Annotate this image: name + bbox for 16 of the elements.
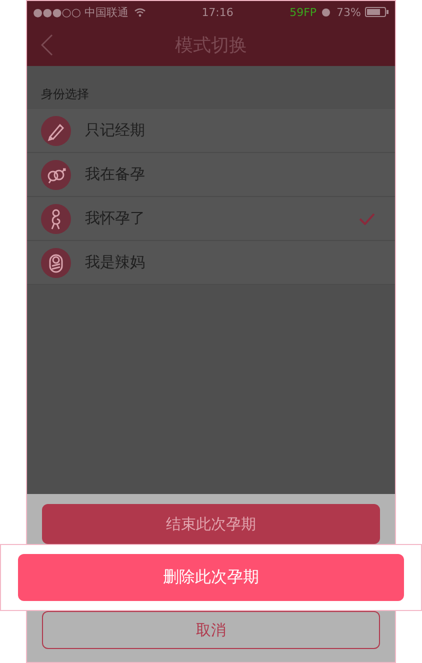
time-label: 17:16: [202, 6, 234, 18]
wifi-icon: [134, 8, 146, 16]
action-button[interactable]: 结束此次孕期: [42, 504, 380, 544]
option-label[interactable]: 我怀孕了: [85, 209, 359, 228]
option-label[interactable]: 我是辣妈: [85, 253, 381, 272]
baby-icon: [41, 248, 71, 278]
action-button[interactable]: 删除此次孕期: [18, 554, 404, 601]
figure-icon: [41, 204, 71, 234]
battery-icon: [365, 7, 389, 17]
rings-icon: [41, 160, 71, 190]
fps-label: 59FP: [290, 6, 317, 18]
carrier-label: ●●●○○ 中国联通: [33, 4, 128, 20]
battery-label: 73%: [336, 6, 361, 18]
pen-icon: [41, 116, 71, 146]
cancel-button[interactable]: 取消: [42, 611, 380, 649]
back-icon[interactable]: [41, 34, 53, 56]
